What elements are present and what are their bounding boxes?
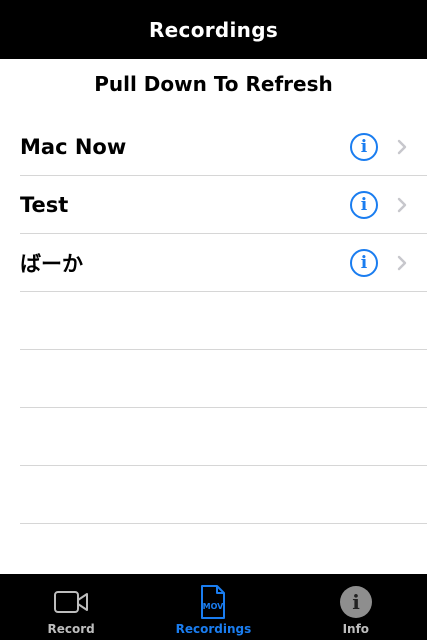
recording-title: Test — [20, 193, 69, 217]
info-icon: i — [360, 136, 368, 157]
mov-file-icon: MOV — [199, 584, 227, 620]
empty-list-row — [0, 466, 427, 524]
svg-text:MOV: MOV — [203, 602, 225, 611]
recordings-list: Mac Now i Test i ばーか i — [0, 118, 427, 524]
empty-list-row — [0, 408, 427, 466]
tab-info[interactable]: i Info — [285, 574, 427, 640]
chevron-right-icon — [397, 255, 407, 271]
info-icon: i — [360, 252, 368, 273]
list-item[interactable]: ばーか i — [0, 234, 427, 292]
info-icon: i — [360, 194, 368, 215]
chevron-right-icon — [397, 139, 407, 155]
tab-label: Recordings — [175, 622, 252, 636]
info-button[interactable]: i — [350, 191, 378, 219]
recording-title: Mac Now — [20, 135, 127, 159]
chevron-right-icon — [397, 197, 407, 213]
info-button[interactable]: i — [350, 249, 378, 277]
page-title: Recordings — [148, 17, 279, 42]
tab-record[interactable]: Record — [0, 574, 142, 640]
info-button[interactable]: i — [350, 133, 378, 161]
video-camera-icon — [53, 584, 89, 620]
navigation-bar: Recordings — [0, 0, 427, 59]
tab-label: Info — [342, 622, 370, 636]
pull-to-refresh-hint: Pull Down To Refresh — [94, 72, 333, 96]
tab-recordings[interactable]: MOV Recordings — [142, 574, 284, 640]
svg-text:i: i — [352, 590, 360, 614]
tab-label: Record — [47, 622, 95, 636]
empty-list-row — [0, 292, 427, 350]
recording-title: ばーか — [20, 252, 83, 276]
info-circle-icon: i — [339, 584, 373, 620]
list-item[interactable]: Test i — [0, 176, 427, 234]
recordings-screen: Recordings Pull Down To Refresh Mac Now … — [0, 0, 427, 640]
empty-list-row — [0, 350, 427, 408]
tab-bar: Record MOV Recordings i Info — [0, 574, 427, 640]
list-item[interactable]: Mac Now i — [0, 118, 427, 176]
